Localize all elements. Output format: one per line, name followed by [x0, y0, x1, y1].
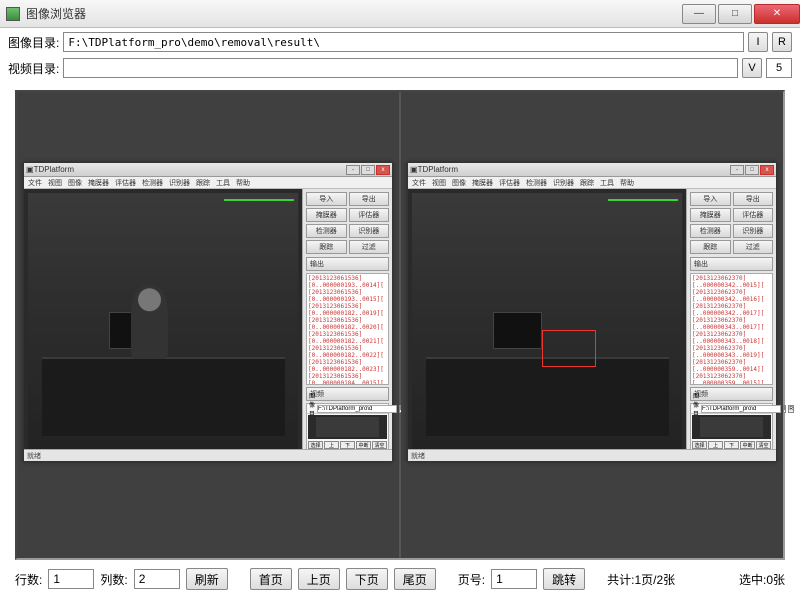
mini-menubar: 文件视图图像掩膜器评估器检测器识别器跟踪工具帮助 — [408, 177, 776, 189]
green-line-icon — [224, 199, 294, 201]
jump-button[interactable]: 跳转 — [543, 568, 585, 590]
total-label: 共计:1页/2张 — [607, 571, 675, 588]
window-title: 图像浏览器 — [26, 5, 680, 22]
video-dir-input[interactable] — [63, 58, 738, 78]
video-dir-V-button[interactable]: V — [742, 58, 762, 78]
mini-titlebar: ▣ TDPlatform - □ x — [408, 163, 776, 177]
bottom-toolbar: 行数: 列数: 刷新 首页 上页 下页 尾页 页号: 跳转 共计:1页/2张 选… — [0, 564, 800, 594]
page-input[interactable] — [491, 569, 537, 589]
video-num-input[interactable] — [766, 58, 792, 78]
rows-label: 行数: — [15, 571, 42, 588]
green-line-icon — [608, 199, 678, 201]
close-button[interactable]: ✕ — [754, 4, 800, 24]
app-icon: ▣ — [410, 165, 418, 174]
mini-titlebar: ▣ TDPlatform - □ x — [24, 163, 392, 177]
maximize-button[interactable]: □ — [718, 4, 752, 24]
thumbnail-left: ▣ TDPlatform - □ x 文件视图图像掩膜器评估器检测器识别器跟踪工… — [23, 162, 393, 462]
selected-label: 选中:0张 — [739, 571, 785, 588]
refresh-button[interactable]: 刷新 — [186, 568, 228, 590]
rows-input[interactable] — [48, 569, 94, 589]
grid-cell-0[interactable]: ▣ TDPlatform - □ x 文件视图图像掩膜器评估器检测器识别器跟踪工… — [17, 92, 401, 558]
mini-close-icon: x — [376, 165, 390, 175]
minimize-button[interactable]: — — [682, 4, 716, 24]
image-grid: ▣ TDPlatform - □ x 文件视图图像掩膜器评估器检测器识别器跟踪工… — [15, 90, 785, 560]
mini-status: 就绪 — [408, 449, 776, 461]
app-icon — [6, 7, 20, 21]
page-label: 页号: — [458, 571, 485, 588]
video-dir-label: 视频目录: — [8, 60, 59, 77]
mini-min-icon: - — [730, 165, 744, 175]
image-dir-R-button[interactable]: R — [772, 32, 792, 52]
mini-menubar: 文件视图图像掩膜器评估器检测器识别器跟踪工具帮助 — [24, 177, 392, 189]
video-dir-row: 视频目录: V — [0, 54, 800, 80]
mini-video-right — [408, 189, 686, 461]
app-icon: ▣ — [26, 165, 34, 174]
first-page-button[interactable]: 首页 — [250, 568, 292, 590]
grid-cell-1[interactable]: ▣ TDPlatform - □ x 文件视图图像掩膜器评估器检测器识别器跟踪工… — [401, 92, 783, 558]
mini-min-icon: - — [346, 165, 360, 175]
log-area-right: [2013123062370][..000000342..0015][[2013… — [690, 273, 773, 385]
prev-page-button[interactable]: 上页 — [298, 568, 340, 590]
next-page-button[interactable]: 下页 — [346, 568, 388, 590]
image-dir-row: 图像目录: I R — [0, 28, 800, 54]
cols-input[interactable] — [134, 569, 180, 589]
thumbnail-right: ▣ TDPlatform - □ x 文件视图图像掩膜器评估器检测器识别器跟踪工… — [407, 162, 777, 462]
cols-label: 列数: — [100, 571, 127, 588]
mini-title: TDPlatform — [34, 165, 346, 174]
person-icon — [131, 285, 169, 359]
window-controls: — □ ✕ — [680, 4, 800, 24]
image-dir-I-button[interactable]: I — [748, 32, 768, 52]
mini-status: 就绪 — [24, 449, 392, 461]
mini-max-icon: □ — [745, 165, 759, 175]
mini-side-panel: 导入导出 掩膜器评估器 检测器识别器 跟踪过滤 输出 [201312306237… — [686, 189, 776, 461]
image-dir-input[interactable] — [63, 32, 744, 52]
log-area-left: [2013123061536][0..000000193..0014][[201… — [306, 273, 389, 385]
mini-max-icon: □ — [361, 165, 375, 175]
image-dir-label: 图像目录: — [8, 34, 59, 51]
window-titlebar: 图像浏览器 — □ ✕ — [0, 0, 800, 28]
mini-close-icon: x — [760, 165, 774, 175]
mini-side-panel: 导入导出 掩膜器评估器 检测器识别器 跟踪过滤 输出 [201312306153… — [302, 189, 392, 461]
mini-title: TDPlatform — [418, 165, 730, 174]
detection-box-icon — [542, 330, 596, 367]
mini-video-left — [24, 189, 302, 461]
last-page-button[interactable]: 尾页 — [394, 568, 436, 590]
